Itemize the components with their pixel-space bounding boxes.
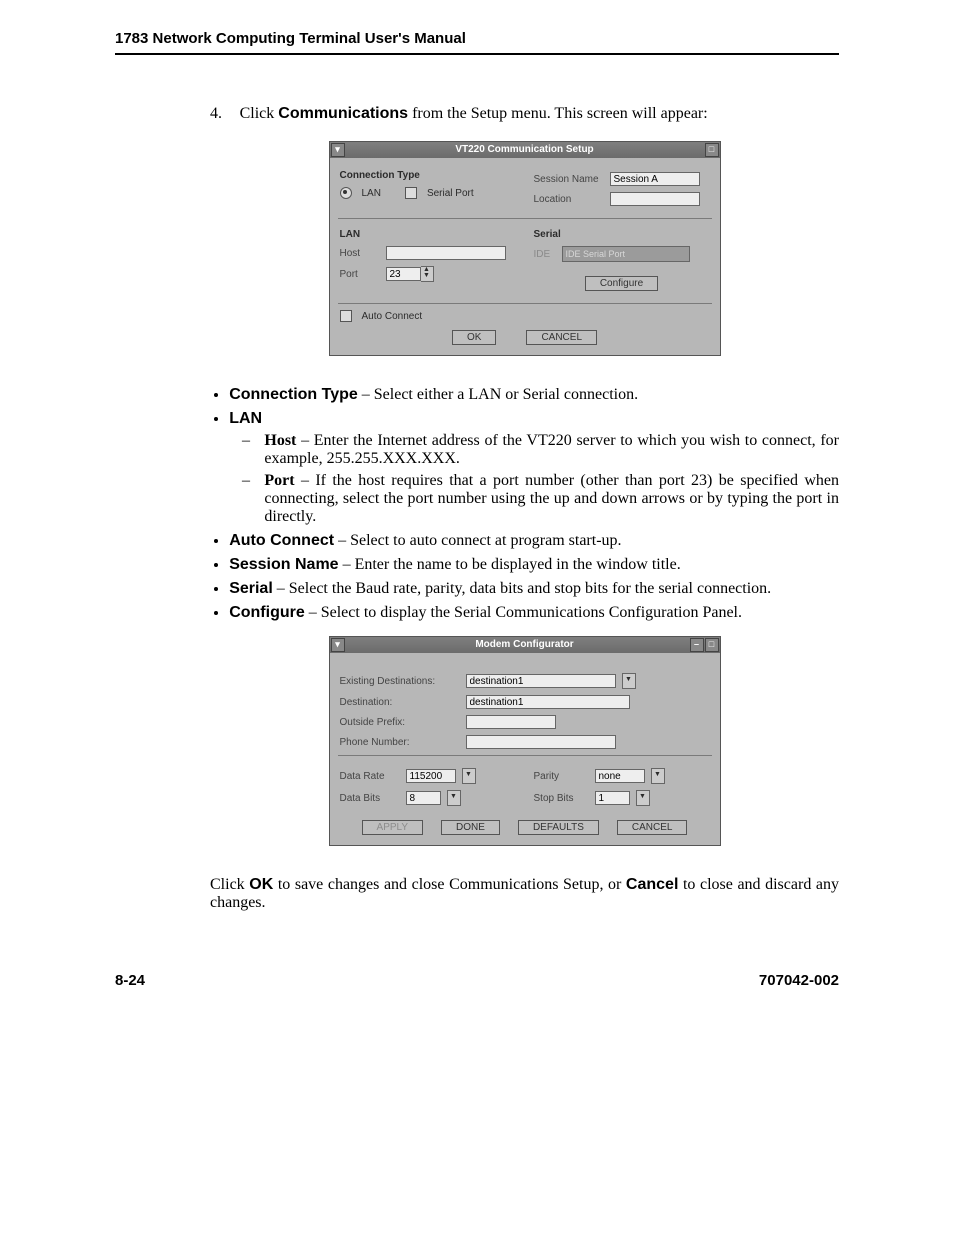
lan-group-label: LAN (340, 229, 516, 240)
term: Connection Type (229, 386, 358, 403)
existing-dest-select[interactable] (466, 674, 616, 688)
chevron-down-icon[interactable]: ▼ (447, 790, 461, 806)
parity-select[interactable] (595, 769, 645, 783)
radio-lan-label: LAN (362, 188, 381, 199)
maximize-icon: □ (705, 143, 719, 157)
window-title-bar: ▾ Modem Configurator – □ (330, 637, 720, 653)
step-post: from the Setup menu. This screen will ap… (408, 105, 708, 122)
page-number: 8-24 (115, 972, 145, 989)
list-item: Port – If the host requires that a port … (264, 472, 839, 526)
connection-type-label: Connection Type (340, 170, 516, 181)
auto-connect-checkbox[interactable] (340, 310, 352, 322)
host-label: Host (340, 248, 380, 259)
port-label: Port (340, 269, 380, 280)
radio-serial[interactable] (405, 187, 417, 199)
chevron-down-icon[interactable]: ▼ (636, 790, 650, 806)
definition: – Select to display the Serial Communica… (305, 604, 742, 621)
term: Port (264, 472, 294, 489)
configure-button[interactable]: Configure (585, 276, 658, 291)
text: to save changes and close Communications… (273, 876, 626, 893)
window-title: Modem Configurator (475, 639, 573, 650)
cancel-button[interactable]: CANCEL (617, 820, 688, 835)
apply-button: APPLY (362, 820, 424, 835)
cancel-button[interactable]: CANCEL (526, 330, 597, 345)
data-rate-select[interactable] (406, 769, 456, 783)
destination-label: Destination: (340, 697, 460, 708)
chevron-down-icon[interactable]: ▼ (462, 768, 476, 784)
term: Host (264, 432, 296, 449)
serial-ide-label: IDE (534, 249, 556, 260)
session-name-input[interactable] (610, 172, 700, 186)
step-line: 4. Click Communications from the Setup m… (210, 105, 839, 123)
outside-prefix-label: Outside Prefix: (340, 717, 460, 728)
location-label: Location (534, 194, 604, 205)
closing-paragraph: Click OK to save changes and close Commu… (210, 876, 839, 912)
port-input[interactable] (386, 267, 421, 281)
list-item: LAN Host – Enter the Internet address of… (229, 410, 839, 526)
definition-list: Connection Type – Select either a LAN or… (210, 386, 839, 622)
text-bold: OK (249, 876, 273, 893)
done-button[interactable]: DONE (441, 820, 500, 835)
text: Click (210, 876, 249, 893)
sysmenu-icon: ▾ (331, 143, 345, 157)
term: Auto Connect (229, 532, 334, 549)
existing-dest-label: Existing Destinations: (340, 676, 460, 687)
auto-connect-label: Auto Connect (362, 311, 423, 322)
list-item: Connection Type – Select either a LAN or… (229, 386, 839, 404)
text-bold: Cancel (626, 876, 678, 893)
serial-port-select: IDE Serial Port (562, 246, 690, 262)
step-pre: Click (240, 105, 279, 122)
data-bits-label: Data Bits (340, 793, 400, 804)
sysmenu-icon: ▾ (331, 638, 345, 652)
definition: – If the host requires that a port numbe… (264, 472, 839, 525)
list-item: Session Name – Enter the name to be disp… (229, 556, 839, 574)
definition: – Select the Baud rate, parity, data bit… (273, 580, 771, 597)
term: Configure (229, 604, 305, 621)
destination-input[interactable] (466, 695, 630, 709)
list-item: Serial – Select the Baud rate, parity, d… (229, 580, 839, 598)
window-title-bar: ▾ VT220 Communication Setup □ (330, 142, 720, 158)
stop-bits-label: Stop Bits (534, 793, 589, 804)
radio-serial-label: Serial Port (427, 188, 474, 199)
location-input[interactable] (610, 192, 700, 206)
screenshot-vt220-setup: ▾ VT220 Communication Setup □ Connection… (329, 141, 721, 356)
ok-button[interactable]: OK (452, 330, 496, 345)
minimize-icon: – (690, 638, 704, 652)
port-spinner[interactable]: ▲▼ (421, 266, 434, 282)
session-name-label: Session Name (534, 174, 604, 185)
data-rate-label: Data Rate (340, 771, 400, 782)
term: Serial (229, 580, 273, 597)
radio-lan[interactable] (340, 187, 352, 199)
term: LAN (229, 410, 262, 427)
maximize-icon: □ (705, 638, 719, 652)
chevron-down-icon[interactable]: ▼ (622, 673, 636, 689)
chevron-down-icon[interactable]: ▼ (651, 768, 665, 784)
definition: – Enter the name to be displayed in the … (339, 556, 681, 573)
definition: – Select to auto connect at program star… (334, 532, 621, 549)
screenshot-modem-configurator: ▾ Modem Configurator – □ Existing Destin… (329, 636, 721, 846)
term: Session Name (229, 556, 338, 573)
phone-number-input[interactable] (466, 735, 616, 749)
data-bits-select[interactable] (406, 791, 441, 805)
outside-prefix-input[interactable] (466, 715, 556, 729)
definition: – Select either a LAN or Serial connecti… (358, 386, 638, 403)
list-item: Host – Enter the Internet address of the… (264, 432, 839, 468)
step-number: 4. (210, 105, 236, 123)
stop-bits-select[interactable] (595, 791, 630, 805)
serial-group-label: Serial (534, 229, 710, 240)
window-title: VT220 Communication Setup (455, 144, 593, 155)
defaults-button[interactable]: DEFAULTS (518, 820, 599, 835)
list-item: Auto Connect – Select to auto connect at… (229, 532, 839, 550)
step-bold: Communications (278, 105, 408, 122)
phone-number-label: Phone Number: (340, 737, 460, 748)
host-input[interactable] (386, 246, 506, 260)
definition: – Enter the Internet address of the VT22… (264, 432, 839, 467)
parity-label: Parity (534, 771, 589, 782)
list-item: Configure – Select to display the Serial… (229, 604, 839, 622)
doc-number: 707042-002 (759, 972, 839, 989)
running-header: 1783 Network Computing Terminal User's M… (115, 30, 839, 55)
